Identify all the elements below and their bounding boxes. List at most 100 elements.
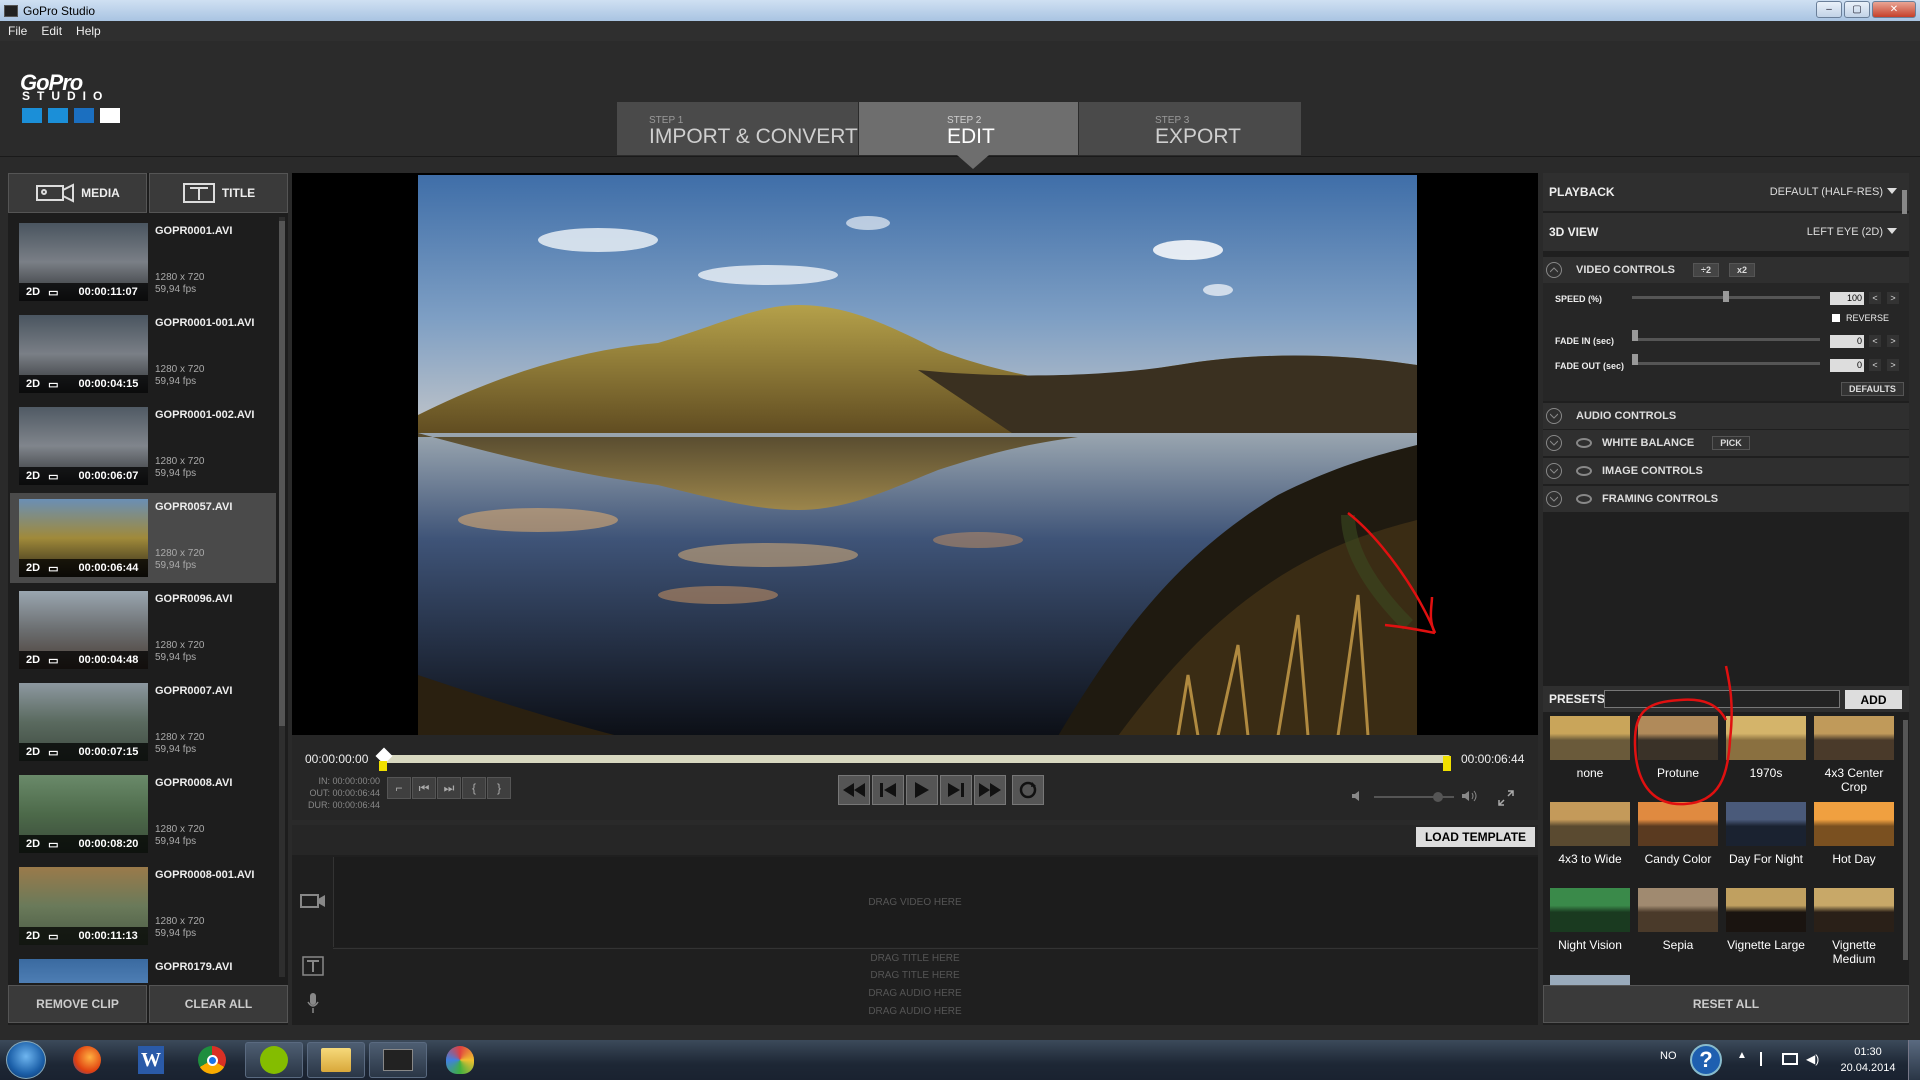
tab-export[interactable]: STEP 3 EXPORT [1079, 102, 1301, 155]
defaults-button[interactable]: DEFAULTS [1841, 382, 1904, 396]
volume-knob[interactable] [1433, 792, 1443, 802]
set-in-icon[interactable]: { [462, 777, 486, 799]
expand-icon[interactable] [1546, 463, 1562, 479]
gopro-studio-icon[interactable] [369, 1042, 427, 1078]
preset-item[interactable]: 4x3 to Wide [1549, 802, 1631, 866]
fade-in-increase-button[interactable]: > [1887, 335, 1899, 347]
in-marker[interactable] [379, 761, 387, 771]
tab-title[interactable]: TITLE [149, 173, 288, 213]
speed-input[interactable]: 100 [1830, 292, 1864, 305]
audio-controls-header[interactable]: AUDIO CONTROLS [1543, 403, 1909, 429]
clip-item[interactable]: 2D ▭ 00:00:04:15 GOPR0001-001.AVI 1280 x 720… [10, 309, 276, 399]
clip-item[interactable]: 2D ▭ 00:00:06:07 GOPR0001-002.AVI 1280 x 720… [10, 401, 276, 491]
clear-all-button[interactable]: CLEAR ALL [149, 985, 288, 1023]
spotify-icon[interactable] [245, 1042, 303, 1078]
clock-date[interactable]: 20.04.2014 [1838, 1062, 1898, 1074]
reset-all-button[interactable]: RESET ALL [1543, 985, 1909, 1023]
clip-item[interactable]: 2D ▭ 00:00:07:15 GOPR0007.AVI 1280 x 720 59,9… [10, 677, 276, 767]
drag-audio-zone-1[interactable]: DRAG AUDIO HERE [415, 988, 1415, 999]
loop-button[interactable] [1012, 775, 1044, 805]
speed-decrease-button[interactable]: < [1869, 292, 1881, 304]
step-back-button[interactable] [872, 775, 904, 805]
maximize-button[interactable]: ▢ [1844, 1, 1870, 18]
load-template-button[interactable]: LOAD TEMPLATE [1416, 827, 1535, 847]
out-marker[interactable] [1443, 756, 1451, 771]
fade-in-input[interactable]: 0 [1830, 335, 1864, 348]
start-orb-icon[interactable] [6, 1041, 46, 1079]
fast-forward-button[interactable] [974, 775, 1006, 805]
playback-dropdown[interactable]: PLAYBACK DEFAULT (HALF-RES) [1543, 173, 1909, 211]
tray-expand-icon[interactable]: ▲ [1737, 1050, 1747, 1061]
video-frame[interactable] [418, 175, 1417, 736]
goto-end-icon[interactable]: ⏭ [437, 777, 461, 799]
fullscreen-icon[interactable] [1498, 790, 1514, 806]
fade-out-decrease-button[interactable]: < [1869, 359, 1881, 371]
minimize-button[interactable]: – [1816, 1, 1842, 18]
add-preset-button[interactable]: ADD [1845, 690, 1902, 709]
speed-increase-button[interactable]: > [1887, 292, 1899, 304]
help-icon[interactable]: ? [1690, 1044, 1722, 1076]
preset-item[interactable]: Vignette Medium [1813, 888, 1895, 966]
image-controls-header[interactable]: IMAGE CONTROLS [1543, 458, 1909, 484]
clip-item[interactable]: 2D ▭ 00:00:08:20 GOPR0008.AVI 1280 x 720 59,9… [10, 769, 276, 859]
preset-item[interactable]: Sepia [1637, 888, 1719, 952]
preset-item[interactable]: Hot Day [1813, 802, 1895, 866]
scrubber-track[interactable] [384, 755, 1450, 763]
expand-icon[interactable] [1546, 491, 1562, 507]
preset-item[interactable]: Vignette Large [1725, 888, 1807, 952]
close-button[interactable]: ✕ [1872, 1, 1916, 18]
tab-media[interactable]: MEDIA [8, 173, 147, 213]
preset-item[interactable]: Night Vision [1549, 888, 1631, 952]
clip-item[interactable]: 2D ▭ 00:00:11:07 GOPR0001.AVI 1280 x 720 59,9… [10, 217, 276, 307]
play-button[interactable] [906, 775, 938, 805]
white-balance-header[interactable]: WHITE BALANCE PICK [1543, 430, 1909, 456]
network-icon[interactable] [1782, 1053, 1798, 1065]
video-controls-header[interactable]: VIDEO CONTROLS ÷2 x2 [1543, 257, 1909, 283]
flag-icon[interactable] [1760, 1052, 1772, 1066]
explorer-icon[interactable] [307, 1042, 365, 1078]
fade-out-increase-button[interactable]: > [1887, 359, 1899, 371]
panel-scrollbar[interactable] [1902, 190, 1907, 214]
scrollbar-thumb[interactable] [279, 221, 285, 726]
rewind-button[interactable] [838, 775, 870, 805]
preset-item[interactable]: none [1549, 716, 1631, 780]
eye-icon[interactable] [1576, 494, 1592, 504]
menu-edit[interactable]: Edit [41, 24, 62, 38]
speed-slider-knob[interactable] [1723, 291, 1729, 302]
speaker-icon[interactable]: ◀) [1806, 1052, 1819, 1066]
fade-in-decrease-button[interactable]: < [1869, 335, 1881, 347]
paint-icon[interactable] [431, 1042, 489, 1078]
chrome-icon[interactable] [183, 1042, 241, 1078]
firefox-icon[interactable] [58, 1042, 116, 1078]
step-forward-button[interactable] [940, 775, 972, 805]
tab-edit[interactable]: STEP 2 EDIT [859, 102, 1078, 155]
clip-item[interactable]: 2D ▭ 00:00:04:48 GOPR0096.AVI 1280 x 720 59,9… [10, 585, 276, 675]
menu-file[interactable]: File [8, 24, 27, 38]
clip-item[interactable]: 2D ▭ 00:00:06:44 GOPR0057.AVI 1280 x 720 59,9… [10, 493, 276, 583]
drag-audio-zone-2[interactable]: DRAG AUDIO HERE [415, 1006, 1415, 1017]
framing-controls-header[interactable]: FRAMING CONTROLS [1543, 486, 1909, 512]
clip-item[interactable]: GOPR0179.AVI [10, 953, 276, 983]
preset-item[interactable]: Day For Night [1725, 802, 1807, 866]
expand-icon[interactable] [1546, 408, 1562, 424]
eye-icon[interactable] [1576, 466, 1592, 476]
preset-item[interactable]: 4x3 Center Crop [1813, 716, 1895, 794]
collapse-icon[interactable] [1546, 262, 1562, 278]
expand-icon[interactable] [1546, 435, 1562, 451]
3d-view-dropdown[interactable]: 3D VIEW LEFT EYE (2D) [1543, 213, 1909, 251]
fade-in-slider[interactable] [1632, 338, 1820, 341]
clock-time[interactable]: 01:30 [1838, 1046, 1898, 1058]
mark-in-button[interactable]: ⌐ [387, 777, 411, 799]
clip-list-scrollbar[interactable] [279, 217, 285, 977]
drag-title-zone-2[interactable]: DRAG TITLE HERE [415, 970, 1415, 981]
pick-button[interactable]: PICK [1712, 436, 1750, 450]
drag-title-zone-1[interactable]: DRAG TITLE HERE [415, 953, 1415, 964]
speed-double-button[interactable]: x2 [1728, 263, 1755, 277]
eye-icon[interactable] [1576, 438, 1592, 448]
remove-clip-button[interactable]: REMOVE CLIP [8, 985, 147, 1023]
reverse-checkbox[interactable] [1832, 314, 1840, 322]
menu-help[interactable]: Help [76, 24, 101, 38]
tab-import-convert[interactable]: STEP 1 IMPORT & CONVERT [617, 102, 858, 155]
presets-scrollbar[interactable] [1903, 720, 1908, 960]
word-icon[interactable]: W [122, 1042, 180, 1078]
